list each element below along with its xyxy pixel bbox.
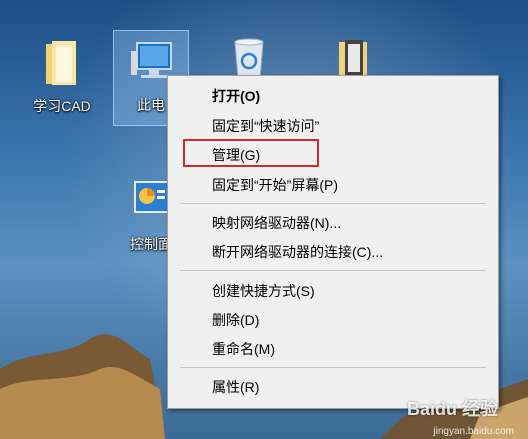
- menu-item-open[interactable]: 打开(O): [169, 83, 497, 109]
- menu-separator: [180, 203, 486, 204]
- desktop-icon-label: 学习CAD: [33, 98, 91, 114]
- watermark-brand: Baidu 经验: [406, 399, 498, 419]
- desktop-icon-cad-folder[interactable]: 学习CAD: [25, 38, 99, 116]
- menu-item-disconnect-network-drive[interactable]: 断开网络驱动器的连接(C)...: [169, 239, 497, 265]
- manage-highlight-box: [183, 139, 319, 167]
- menu-item-create-shortcut[interactable]: 创建快捷方式(S): [169, 278, 497, 304]
- folder-icon: [46, 41, 76, 85]
- menu-item-pin-quick-access[interactable]: 固定到“快速访问”: [169, 113, 497, 139]
- menu-item-pin-start[interactable]: 固定到“开始”屏幕(P): [169, 172, 497, 198]
- menu-separator: [180, 367, 486, 368]
- watermark-url: jingyan.baidu.com: [433, 426, 514, 437]
- menu-item-map-network-drive[interactable]: 映射网络驱动器(N)...: [169, 210, 497, 236]
- menu-separator: [180, 270, 486, 271]
- menu-item-delete[interactable]: 删除(D): [169, 307, 497, 333]
- context-menu: 打开(O) 固定到“快速访问” 管理(G) 固定到“开始”屏幕(P) 映射网络驱…: [167, 75, 499, 409]
- menu-item-rename[interactable]: 重命名(M): [169, 336, 497, 362]
